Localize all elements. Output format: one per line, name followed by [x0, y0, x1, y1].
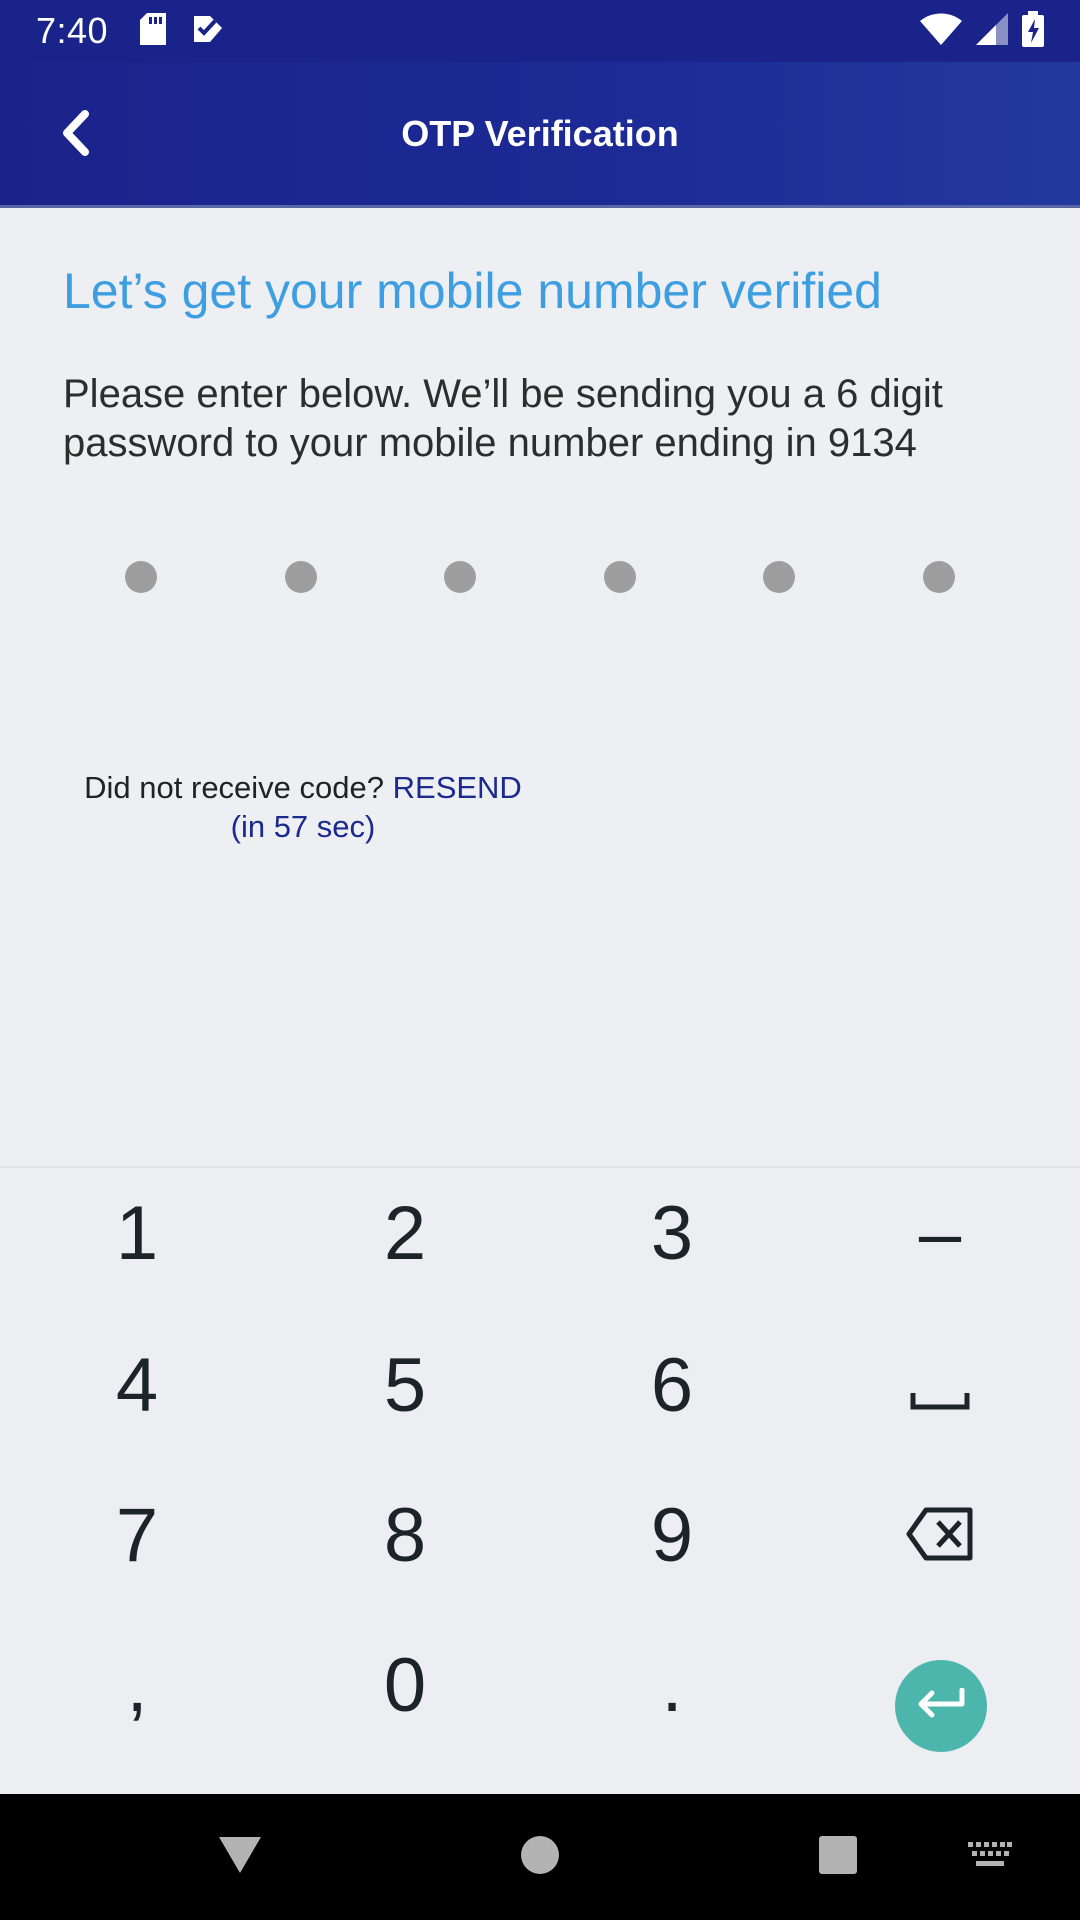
- key-3[interactable]: 3: [572, 1168, 772, 1298]
- status-time: 7:40: [36, 10, 109, 51]
- back-button[interactable]: [46, 102, 106, 168]
- page-title: OTP Verification: [401, 112, 679, 154]
- wifi-icon: [920, 13, 962, 50]
- battery-charging-icon: [1022, 10, 1044, 52]
- key-1[interactable]: 1: [37, 1168, 237, 1298]
- nav-back-button[interactable]: [210, 1830, 270, 1884]
- space-key[interactable]: [840, 1320, 1040, 1450]
- nav-recents-button[interactable]: [808, 1830, 868, 1884]
- otp-input[interactable]: [125, 561, 955, 595]
- key-9[interactable]: 9: [572, 1470, 772, 1600]
- key-dash[interactable]: –: [840, 1168, 1040, 1298]
- verify-heading: Let’s get your mobile number verified: [63, 263, 882, 319]
- signal-icon: [976, 12, 1008, 50]
- otp-digit-placeholder: [922, 561, 955, 593]
- keyboard-icon: [968, 1841, 1012, 1873]
- backspace-icon: [906, 1492, 974, 1579]
- key-6[interactable]: 6: [572, 1320, 772, 1450]
- key-5[interactable]: 5: [305, 1320, 505, 1450]
- status-icons-right: [920, 10, 1044, 52]
- status-bar: 7:40: [0, 0, 1080, 62]
- otp-digit-placeholder: [603, 561, 636, 593]
- resend-prompt: Did not receive code?: [84, 770, 393, 805]
- verify-description: Please enter below. We’ll be sending you…: [63, 372, 943, 465]
- otp-content: Let’s get your mobile number verified Pl…: [0, 208, 1080, 1168]
- check-badge-icon: [192, 14, 224, 49]
- key-4[interactable]: 4: [37, 1320, 237, 1450]
- enter-icon: [916, 1687, 966, 1725]
- key-0[interactable]: 0: [305, 1620, 505, 1750]
- otp-digit-placeholder: [284, 561, 317, 593]
- numeric-keyboard: 1 2 3 – 4 5 6 7 8 9 , 0 .: [0, 1166, 1080, 1794]
- nav-keyboard-button[interactable]: [960, 1830, 1020, 1884]
- recents-square-icon: [818, 1835, 858, 1880]
- status-icons-left: [140, 12, 224, 50]
- key-7[interactable]: 7: [37, 1470, 237, 1600]
- otp-digit-placeholder: [763, 561, 796, 593]
- key-2[interactable]: 2: [305, 1168, 505, 1298]
- home-circle-icon: [520, 1835, 560, 1880]
- key-comma[interactable]: ,: [37, 1620, 237, 1750]
- enter-key[interactable]: [895, 1660, 987, 1752]
- otp-digit-placeholder: [444, 561, 477, 593]
- resend-block: Did not receive code? RESEND (in 57 sec): [63, 768, 543, 846]
- backspace-key[interactable]: [840, 1470, 1040, 1600]
- sd-card-icon: [140, 12, 167, 50]
- system-nav-bar: [0, 1794, 1080, 1920]
- nav-home-button[interactable]: [510, 1830, 570, 1884]
- otp-digit-placeholder: [125, 561, 157, 593]
- key-period[interactable]: .: [572, 1620, 772, 1750]
- key-8[interactable]: 8: [305, 1470, 505, 1600]
- back-triangle-icon: [217, 1835, 263, 1880]
- chevron-left-icon: [61, 109, 91, 161]
- app-bar: OTP Verification: [0, 62, 1080, 208]
- space-bar-icon: [910, 1342, 970, 1429]
